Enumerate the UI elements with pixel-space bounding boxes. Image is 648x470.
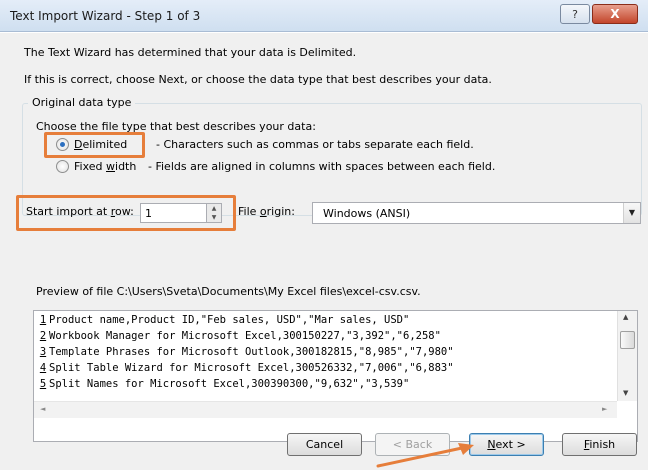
file-origin-value: Windows (ANSI) [323, 207, 411, 220]
preview-horizontal-scrollbar[interactable]: ◄ ► [34, 401, 617, 418]
preview-row: 1 Product name,Product ID,"Feb sales, USD… [39, 314, 410, 326]
window-title: Text Import Wizard - Step 1 of 3 [10, 9, 201, 23]
intro-line-1: The Text Wizard has determined that your… [24, 46, 357, 59]
scroll-thumb[interactable] [620, 331, 635, 349]
finish-button[interactable]: Finish [562, 433, 637, 456]
scroll-up-icon[interactable]: ▲ [623, 313, 628, 321]
cancel-button[interactable]: Cancel [287, 433, 362, 456]
intro-line-2: If this is correct, choose Next, or choo… [24, 73, 492, 86]
delimited-description: - Characters such as commas or tabs sepa… [156, 138, 474, 151]
close-button[interactable]: X [592, 4, 638, 24]
next-button[interactable]: Next > [469, 433, 544, 456]
preview-row: 4 Split Table Wizard for Microsoft Excel,… [39, 362, 454, 374]
preview-vertical-scrollbar[interactable]: ▲ ▼ [617, 311, 637, 401]
scroll-left-icon[interactable]: ◄ [40, 405, 45, 413]
preview-label: Preview of file C:\Users\Sveta\Documents… [36, 285, 421, 298]
close-icon: X [610, 7, 620, 21]
chevron-down-icon[interactable]: ▼ [623, 203, 640, 223]
file-origin-label: File origin: [238, 205, 295, 218]
help-icon: ? [572, 7, 578, 21]
annotation-arrow-icon [376, 443, 474, 468]
preview-row: 3 Template Phrases for Microsoft Outlook,… [39, 346, 454, 358]
scroll-right-icon[interactable]: ► [602, 405, 607, 413]
fixed-width-description: - Fields are aligned in columns with spa… [148, 160, 496, 173]
fixed-width-label[interactable]: Fixed width [74, 160, 136, 173]
group-legend: Original data type [28, 96, 136, 109]
preview-pane[interactable]: 1 Product name,Product ID,"Feb sales, USD… [33, 310, 638, 442]
preview-row: 5 Split Names for Microsoft Excel,3003903… [39, 378, 410, 390]
dialog-body: The Text Wizard has determined that your… [0, 33, 648, 470]
preview-row: 2 Workbook Manager for Microsoft Excel,30… [39, 330, 441, 342]
delimited-highlight-box [44, 132, 145, 158]
scroll-down-icon[interactable]: ▼ [623, 389, 628, 397]
help-button[interactable]: ? [560, 4, 590, 24]
file-origin-select[interactable]: Windows (ANSI) ▼ [312, 202, 641, 224]
title-bar: Text Import Wizard - Step 1 of 3 ? X [0, 0, 648, 32]
start-import-highlight-box [16, 195, 236, 231]
fixed-width-radio[interactable] [56, 160, 69, 173]
